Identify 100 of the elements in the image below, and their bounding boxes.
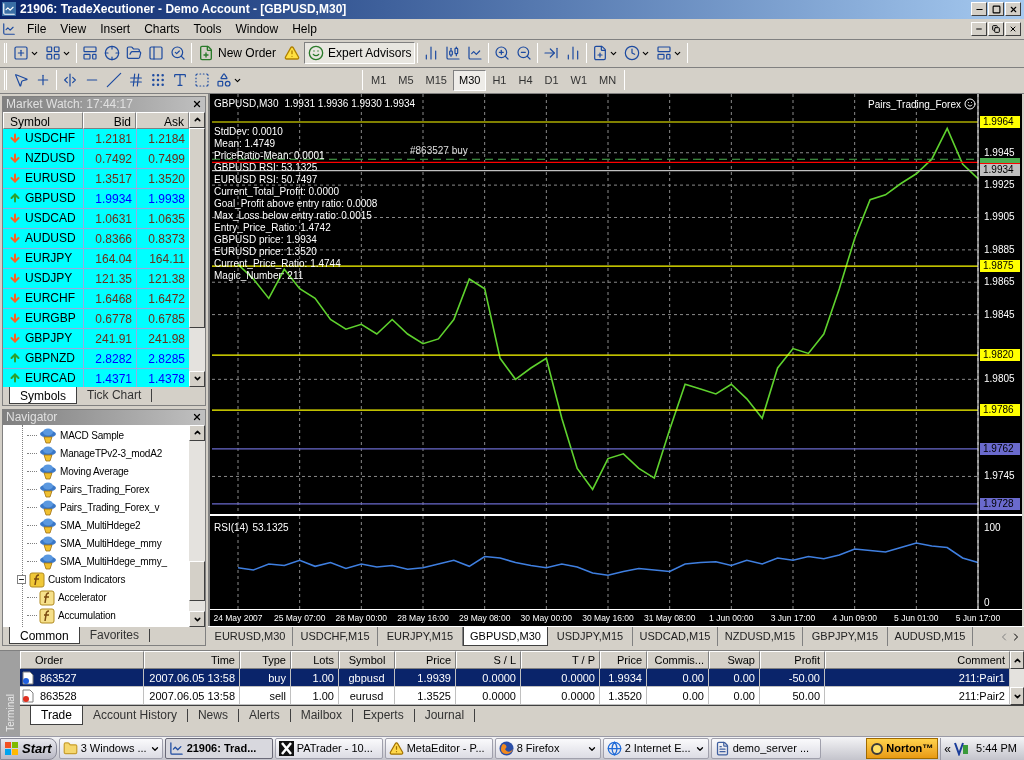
time-label: 28 May 16:00 [397,611,449,625]
time-label: 30 May 16:00 [582,611,634,625]
bid-price: 1.3517 [83,168,136,188]
table-cell-text: 0.00 [733,688,755,704]
table-cell-text: 1.3525 [417,688,451,704]
symbol-name: EURGBP [25,310,76,328]
price-label: 1.9805 [984,373,1015,385]
comment-line: GBPUSD RSI: 53.1325 [214,161,318,174]
price-marker: 1.9728 [980,497,1020,510]
symbol-name: USDCHF [25,130,75,148]
bid-price: 121.35 [83,268,136,288]
table-cell-text: 0.0000 [482,670,516,686]
symbol-name: USDJPY [25,270,73,288]
table-cell-text: 211:Pair2 [958,688,1005,704]
table-cell-text: 0.00 [682,688,704,704]
symbol-name: EURUSD [25,170,76,188]
comment-line: PriceRatio-Mean: 0.0001 [214,149,325,162]
price-label: 1.9885 [984,243,1015,255]
comment-line: EURUSD RSI: 50.7497 [214,173,318,186]
table-cell-text: 1.3520 [608,688,642,704]
table-cell-text: 0.00 [733,670,755,686]
comment-line: Current_Total_Profit: 0.0000 [214,185,340,198]
table-cell-text: gbpusd [348,670,385,686]
time-label: 30 May 00:00 [520,611,573,625]
symbol-name: EURCHF [25,290,75,308]
table-cell-text: eurusd [349,688,384,704]
price-marker: 1.9820 [980,348,1020,361]
table-cell-text: 863528 [40,688,77,704]
price-label: 1.9745 [984,470,1015,482]
chart-symbol: GBPUSD,M30 [214,96,279,111]
time-label: 31 May 08:00 [643,611,696,625]
comment-line: Mean: 1.4749 [214,137,276,150]
price-marker: 1.9934 [980,164,1020,177]
symbol-name: EURCAD [25,370,76,388]
axis-label: 100 [984,521,1001,533]
comment-line: Entry_Price_Ratio: 1.4742 [214,221,331,234]
table-cell-text: 2007.06.05 13:58 [149,688,235,704]
symbol-name: GBPNZD [25,350,75,368]
symbol-name: GBPJPY [25,330,73,348]
comment-line: Max_Loss below entry ratio: 0.0015 [214,209,372,222]
time-label: 3 Jun 17:00 [770,611,816,625]
price-marker: 1.9786 [980,403,1020,416]
symbol-name: AUDUSD [25,230,76,248]
table-cell-text: sell [269,688,286,704]
comment-line: StdDev: 0.0010 [214,125,283,138]
price-marker: 1.9964 [980,115,1020,128]
time-label: 28 May 00:00 [335,611,388,625]
table-cell-text: 1.00 [312,688,334,704]
comment-line: EURUSD price: 1.3520 [214,245,317,258]
price-marker: 1.9875 [980,259,1020,272]
chart-prices: 1.9931 1.9936 1.9930 1.9934 [284,96,416,111]
time-label: 25 May 07:00 [273,611,326,625]
table-cell-text: 863527 [40,670,77,686]
table-cell-text: 1.9939 [417,670,451,686]
bid-price: 164.04 [83,248,136,268]
time-label: 24 May 2007 [213,611,263,625]
time-label: 29 May 08:00 [458,611,511,625]
time-label: 1 Jun 00:00 [709,611,754,625]
panel-title: Terminal [3,694,17,733]
bid-price: 1.2181 [83,128,136,148]
comment-line: Current_Price_Ratio: 1.4744 [214,257,341,270]
table-cell-text: buy [268,670,286,686]
indicator-value: 53.1325 [252,520,289,535]
table-cell-text: 211:Pair1 [958,670,1005,686]
comment-line: Goal_Profit above entry ratio: 0.0008 [214,197,378,210]
bid-price: 0.6778 [83,308,136,328]
table-cell-text: 1.9934 [608,670,642,686]
bid-price: 1.9934 [83,188,136,208]
table-cell-text: 2007.06.05 13:58 [149,670,235,686]
price-label: 1.9865 [984,276,1015,287]
indicator-name: RSI(14) [214,520,249,535]
symbol-name: EURJPY [25,250,73,268]
price-label: 1.9845 [984,308,1015,320]
order-label: #863527 buy [410,145,468,157]
price-label: 1.9945 [984,146,1015,158]
price-marker: 1.9762 [980,442,1020,455]
table-cell-text: 1.00 [312,670,334,686]
bid-price: 0.8366 [83,228,136,248]
price-label: 1.9925 [984,178,1015,190]
clock: 5:44 PM [975,741,1018,757]
panel-title: Navigator [6,409,59,427]
axis-label: 0 [984,596,990,608]
table-cell-text: 0.0000 [561,670,595,686]
comment-line: GBPUSD price: 1.9934 [214,233,317,246]
table-cell-text: 0.0000 [482,688,516,704]
symbol-name: GBPUSD [25,190,76,208]
bid-price: 241.91 [83,328,136,348]
bid-price: 2.8282 [83,348,136,368]
price-label: 1.9905 [984,211,1015,223]
table-cell-text: -50.00 [788,670,820,686]
expert-name: Pairs_Trading_Forex [868,97,961,112]
bid-price: 1.0631 [83,208,136,228]
table-cell-text: 0.00 [682,670,704,686]
table-cell-text: 50.00 [792,688,820,704]
table-cell-text: 0.0000 [561,688,595,704]
panel-title: Market Watch: 17:44:17 [6,96,134,114]
symbol-name: USDCAD [25,210,76,228]
time-label: 5 Jun 01:00 [894,611,939,625]
time-label: 4 Jun 09:00 [832,611,877,625]
bid-price: 1.6468 [83,288,136,308]
